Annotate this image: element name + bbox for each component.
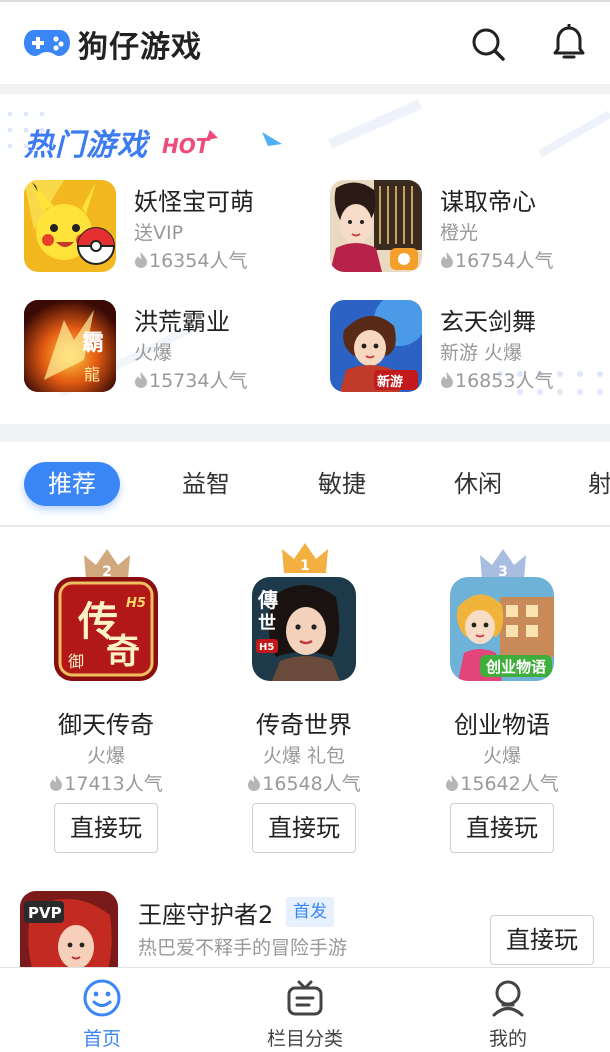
- game-popularity-value: 16853人气: [455, 370, 554, 392]
- bell-icon[interactable]: [552, 24, 586, 62]
- svg-text:创业物语: 创业物语: [485, 658, 546, 676]
- game-popularity: 16754人气: [440, 246, 553, 273]
- game-popularity-value: 16548人气: [262, 773, 361, 795]
- bottom-navigation: 首页 栏目分类 我的: [0, 967, 610, 1052]
- nav-profile[interactable]: 我的: [448, 968, 568, 1052]
- play-button[interactable]: 直接玩: [54, 803, 158, 853]
- flame-icon: [135, 372, 147, 388]
- user-icon: [492, 980, 524, 1017]
- game-tag: 橙光: [440, 222, 479, 244]
- flame-icon: [135, 252, 147, 268]
- game-popularity: 16354人气: [134, 246, 247, 273]
- category-tabs: 推荐 益智 敏捷 休闲 射: [0, 442, 610, 526]
- tab-casual[interactable]: 休闲: [454, 462, 502, 506]
- game-thumbnail: 霸 龍: [24, 300, 116, 392]
- game-popularity-value: 17413人气: [64, 773, 163, 795]
- play-button[interactable]: 直接玩: [252, 803, 356, 853]
- game-thumbnail: 创业物语: [450, 577, 554, 681]
- ranking-card[interactable]: 3 创业物语 创业物语 火爆 15642人气 直接玩: [402, 545, 602, 865]
- flame-icon: [446, 775, 459, 791]
- svg-text:龍: 龍: [84, 365, 100, 384]
- search-icon[interactable]: [470, 26, 506, 62]
- game-thumbnail: 傳 世 H5: [252, 577, 356, 681]
- nav-label: 栏目分类: [266, 1028, 343, 1050]
- svg-text:H5: H5: [259, 642, 274, 653]
- game-thumbnail: PVP: [20, 891, 118, 967]
- rank-number: 1: [300, 558, 310, 574]
- game-tag: 火爆: [86, 745, 125, 767]
- game-name: 玄天剑舞: [440, 308, 536, 336]
- hot-tag: HOT: [162, 134, 210, 158]
- game-popularity: 16548人气: [204, 769, 404, 796]
- game-popularity: 16853人气: [440, 366, 553, 393]
- game-popularity-value: 15734人气: [149, 370, 248, 392]
- svg-text:H5: H5: [126, 596, 146, 611]
- nav-label: 首页: [82, 1028, 121, 1050]
- tab-shooting[interactable]: 射: [588, 462, 610, 506]
- hot-game-item[interactable]: 新游 玄天剑舞 新游 火爆 16853人气: [330, 300, 610, 396]
- tab-agility[interactable]: 敏捷: [318, 462, 366, 506]
- game-description: 热巴爱不释手的冒险手游: [138, 937, 348, 959]
- first-release-badge: 首发: [286, 897, 334, 927]
- svg-text:霸: 霸: [82, 331, 104, 356]
- play-button[interactable]: 直接玩: [450, 803, 554, 853]
- hot-section-title: 热门游戏: [24, 128, 148, 163]
- hot-games-section: 热门游戏 HOT 妖怪宝可萌 送VIP 16354人气 谋取帝心 橙光 1675…: [0, 94, 610, 424]
- game-tag: 火爆 礼包: [262, 745, 346, 767]
- smile-icon: [83, 979, 121, 1017]
- game-thumbnail: [24, 180, 116, 272]
- game-thumbnail: 新游: [330, 300, 422, 392]
- game-thumbnail: 传 奇 御 H5: [54, 577, 158, 681]
- game-popularity-value: 15642人气: [460, 773, 559, 795]
- nav-categories[interactable]: 栏目分类: [245, 968, 365, 1052]
- game-popularity-value: 16754人气: [455, 250, 554, 272]
- ranking-card[interactable]: 1 傳 世 H5 传奇世界 火爆 礼包 16548人气 直接玩: [204, 543, 404, 865]
- game-popularity: 15642人气: [402, 769, 602, 796]
- recommend-list: 2 传 奇 御 H5 御天传奇 火爆 17413人气 直接玩 1 傳 世 H5 …: [0, 527, 610, 967]
- svg-text:PVP: PVP: [28, 904, 62, 922]
- game-name: 王座守护者2: [138, 901, 274, 929]
- app-title: 狗仔游戏: [78, 30, 202, 65]
- hot-game-item[interactable]: 妖怪宝可萌 送VIP 16354人气: [24, 180, 314, 276]
- flame-icon: [50, 775, 63, 791]
- top-bar: 狗仔游戏: [0, 0, 610, 84]
- game-name: 妖怪宝可萌: [134, 188, 254, 216]
- svg-text:傳: 傳: [257, 588, 278, 612]
- hot-game-item[interactable]: 谋取帝心 橙光 16754人气: [330, 180, 610, 276]
- tab-recommend[interactable]: 推荐: [24, 462, 120, 506]
- nav-label: 我的: [488, 1028, 527, 1050]
- category-icon: [287, 980, 323, 1016]
- game-name: 传奇世界: [256, 711, 352, 739]
- game-popularity: 15734人气: [134, 366, 247, 393]
- flame-icon: [441, 252, 453, 268]
- game-tag: 火爆: [482, 745, 521, 767]
- game-name: 御天传奇: [58, 711, 154, 739]
- gold-crown-icon: 1: [282, 543, 328, 574]
- nav-home[interactable]: 首页: [42, 968, 162, 1052]
- game-tag: 送VIP: [134, 222, 184, 244]
- game-name: 谋取帝心: [440, 188, 536, 216]
- game-thumbnail: [330, 180, 422, 272]
- flame-icon: [441, 372, 453, 388]
- game-list-item[interactable]: PVP 王座守护者2 首发 热巴爱不释手的冒险手游 直接玩: [0, 889, 610, 967]
- game-popularity-value: 16354人气: [149, 250, 248, 272]
- svg-text:御: 御: [68, 652, 84, 671]
- flame-icon: [248, 775, 261, 791]
- game-tag: 火爆: [134, 342, 173, 364]
- svg-text:世: 世: [258, 613, 276, 634]
- tab-puzzle[interactable]: 益智: [182, 462, 230, 506]
- game-name: 创业物语: [454, 711, 550, 739]
- game-popularity: 17413人气: [6, 769, 206, 796]
- game-tag: 新游 火爆: [440, 342, 523, 364]
- play-button[interactable]: 直接玩: [490, 915, 594, 965]
- hot-game-item[interactable]: 霸 龍 洪荒霸业 火爆 15734人气: [24, 300, 314, 396]
- svg-text:奇: 奇: [106, 632, 140, 672]
- svg-text:新游: 新游: [377, 374, 403, 390]
- ranking-card[interactable]: 2 传 奇 御 H5 御天传奇 火爆 17413人气 直接玩: [6, 545, 206, 865]
- gamepad-logo-icon: [24, 30, 70, 56]
- game-name: 洪荒霸业: [134, 308, 230, 336]
